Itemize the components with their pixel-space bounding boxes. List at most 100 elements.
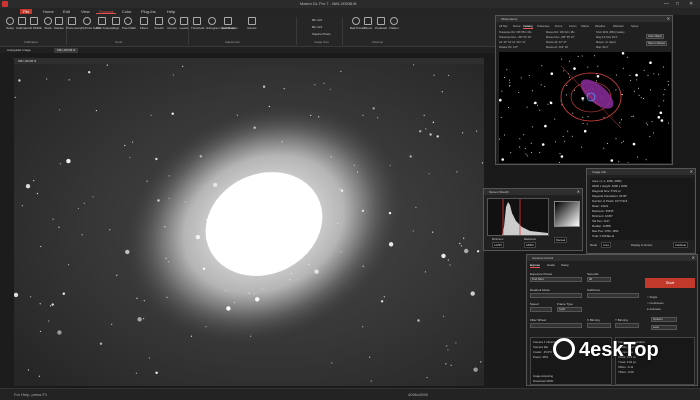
start-button[interactable]: Start (645, 278, 695, 288)
observatory-tab[interactable]: Dome (555, 24, 562, 28)
calibrate-button[interactable]: Calibrate (16, 17, 28, 30)
close-button[interactable]: ✕ (689, 1, 693, 7)
observatory-tab[interactable]: Setup (631, 24, 638, 28)
pixel-math-button[interactable]: Pixel Math (122, 17, 136, 30)
stretch-button[interactable]: Stretch (153, 17, 165, 30)
calibrate-select[interactable]: Calibrate (673, 242, 689, 248)
sky-star (621, 142, 623, 144)
menu-help[interactable]: Help (164, 9, 178, 14)
ribbon-button-label: Align (112, 26, 120, 30)
star (441, 91, 443, 93)
histogram-specification-button[interactable]: Histogram Specification (206, 17, 238, 30)
star (462, 132, 464, 134)
pedestal-button[interactable]: Pedestal (375, 17, 387, 30)
add-noise-button[interactable]: Add Noise (222, 17, 236, 30)
image-viewport[interactable] (14, 64, 484, 386)
tab-setup[interactable]: Setup (561, 263, 569, 267)
kill-dmre-button[interactable]: Kill DMRE (28, 17, 42, 30)
readout-mode-select[interactable] (530, 293, 582, 298)
star (190, 335, 193, 337)
histogram-chart[interactable] (487, 198, 549, 236)
sky-star (569, 60, 571, 62)
flatten-button[interactable]: Flatten (388, 17, 400, 30)
y-binning-select[interactable] (615, 323, 639, 328)
menu-color[interactable]: Color (119, 9, 135, 14)
sky-star (532, 90, 534, 92)
close-icon[interactable]: ✕ (690, 169, 693, 175)
y-binning-label: Y Binning (615, 318, 628, 322)
photometry-button[interactable]: Photometry (66, 17, 81, 30)
bloom-button[interactable]: Bloom (362, 17, 374, 30)
star (77, 207, 79, 210)
speed-select[interactable] (530, 307, 552, 312)
watermark-text: 4eskTop (579, 339, 659, 361)
group-image-size: Image Size (314, 40, 330, 44)
autosave-radio[interactable]: ● Autosave (647, 307, 661, 311)
menu-process[interactable]: Process (96, 9, 117, 14)
slew-to-mouse-button[interactable]: Slew to Mouse (646, 41, 668, 46)
sky-star (581, 55, 583, 57)
stretch-mode-select[interactable]: Manual (554, 237, 568, 243)
levels-button[interactable]: Levels (178, 17, 190, 30)
sky-star (649, 136, 651, 138)
menu-plugins[interactable]: Plug-Ins (138, 9, 159, 14)
star (49, 305, 52, 307)
sky-chart[interactable] (499, 52, 671, 163)
observatory-tab[interactable]: Catalog (523, 24, 533, 29)
threshold-button[interactable]: Threshold (191, 17, 204, 30)
observatory-tab[interactable]: Status (581, 24, 589, 28)
menu-file[interactable]: File (20, 9, 32, 14)
tab-m81-image[interactable]: M81-00038.fit (54, 48, 79, 53)
menu-view[interactable]: View (78, 9, 93, 14)
observatory-tab[interactable]: Focus (569, 24, 577, 28)
observatory-tab[interactable]: Dome (513, 24, 520, 28)
bin-3x3-check[interactable]: Bin 3x3 (312, 25, 322, 29)
square-pixels-check[interactable]: Square Pixels (312, 32, 331, 36)
exposure-preset-select[interactable]: Test Shot (530, 277, 582, 282)
minimum-input[interactable]: 12255 (492, 242, 504, 248)
align-button[interactable]: Align (110, 17, 122, 30)
bad-pixels-icon (352, 17, 360, 25)
maximum-input[interactable]: 18600 (524, 242, 536, 248)
subframe-fields[interactable] (587, 293, 639, 298)
menu-home[interactable]: Home (40, 9, 57, 14)
filter-icon (140, 17, 148, 25)
observatory-tab[interactable]: Weather (595, 24, 606, 28)
filter-wheel-select[interactable] (530, 323, 582, 328)
single-radio[interactable]: ○ Single (647, 295, 657, 299)
pinpoint-solve-button[interactable]: PinPoint Solve (81, 17, 101, 30)
x-binning-select[interactable] (587, 323, 611, 328)
menu-edit[interactable]: Edit (60, 9, 73, 14)
mode-select[interactable]: Area (601, 242, 611, 248)
minimize-button[interactable]: — (664, 1, 669, 7)
curves-button[interactable]: Curves (166, 17, 178, 30)
frame-type-label: Frame Type (557, 302, 573, 306)
close-icon[interactable]: ✕ (692, 255, 695, 261)
bad-pixels-button[interactable]: Bad Pixels (350, 17, 364, 30)
tab-guide[interactable]: Guide (547, 263, 555, 267)
bin-2x2-check[interactable]: Bin 2x2 (312, 18, 322, 22)
close-icon[interactable]: ✕ (577, 189, 580, 195)
options-button[interactable]: Options (651, 317, 677, 322)
filters-button[interactable]: Filters (138, 17, 150, 30)
less-button[interactable]: Less (651, 325, 677, 330)
stacker-button[interactable]: Stacker (53, 17, 65, 30)
continuous-radio[interactable]: ○ Continuous (647, 301, 664, 305)
sky-star (499, 138, 500, 140)
pff-analysis-button[interactable]: PFF Analysis (96, 17, 114, 30)
goto-object-button[interactable]: Goto Object (646, 34, 664, 39)
sky-star (571, 135, 573, 137)
close-icon[interactable]: ✕ (667, 16, 670, 22)
setup-button[interactable]: Setup (4, 17, 16, 30)
observatory-tab[interactable]: All Sky (499, 24, 508, 28)
star (307, 192, 309, 194)
display-arcsec-check[interactable]: Display in Arcsec (631, 243, 652, 247)
observatory-tab[interactable]: Webcam (613, 24, 624, 28)
frame-type-select[interactable]: Light (557, 307, 582, 312)
resize-button[interactable]: Resize (246, 17, 258, 30)
seconds-input[interactable]: 30 (587, 277, 611, 282)
star (205, 238, 209, 241)
tab-expose[interactable]: Expose (530, 263, 541, 268)
observatory-tab[interactable]: Telescope (537, 24, 550, 28)
maximize-button[interactable]: □ (676, 1, 679, 7)
